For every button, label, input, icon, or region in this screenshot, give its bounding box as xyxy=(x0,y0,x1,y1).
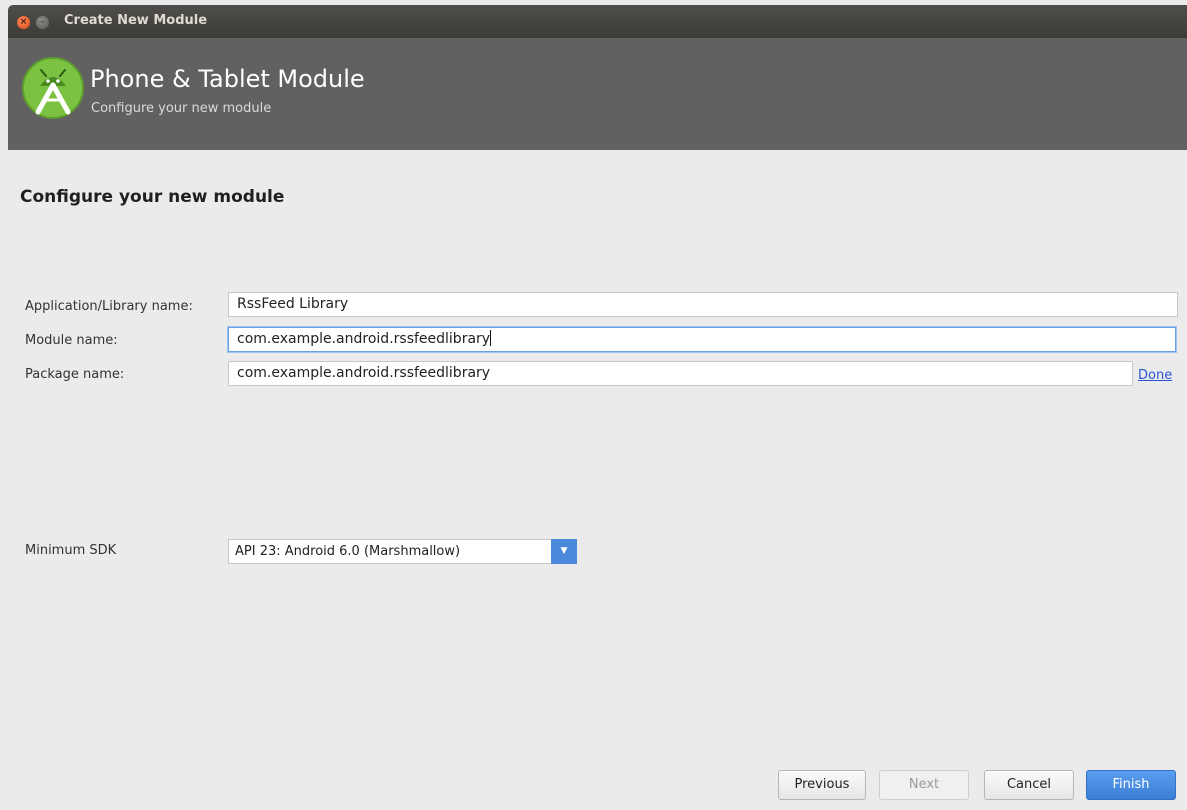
wizard-title: Phone & Tablet Module xyxy=(90,65,365,93)
close-window-icon[interactable]: × xyxy=(17,16,30,29)
module-name-label: Module name: xyxy=(25,333,118,348)
app-name-value: RssFeed Library xyxy=(237,296,349,312)
package-name-value: com.example.android.rssfeedlibrary xyxy=(237,365,491,381)
previous-button[interactable]: Previous xyxy=(778,770,866,800)
window-titlebar: × – Create New Module xyxy=(8,5,1187,38)
wizard-header: Phone & Tablet Module Configure your new… xyxy=(8,38,1187,150)
window-title: Create New Module xyxy=(64,13,208,28)
app-name-label: Application/Library name: xyxy=(25,299,193,314)
wizard-subtitle: Configure your new module xyxy=(91,101,272,116)
done-link[interactable]: Done xyxy=(1138,368,1172,383)
finish-button[interactable]: Finish xyxy=(1086,770,1176,800)
text-cursor xyxy=(490,330,492,346)
package-name-field[interactable]: com.example.android.rssfeedlibrary xyxy=(228,361,1133,386)
min-sdk-value: API 23: Android 6.0 (Marshmallow) xyxy=(235,544,461,559)
module-name-field[interactable]: com.example.android.rssfeedlibrary xyxy=(228,327,1176,352)
module-name-value: com.example.android.rssfeedlibrary xyxy=(237,331,491,347)
package-name-label: Package name: xyxy=(25,367,125,382)
min-sdk-dropdown[interactable]: API 23: Android 6.0 (Marshmallow) ▼ xyxy=(228,539,577,564)
app-name-field[interactable]: RssFeed Library xyxy=(228,292,1178,317)
chevron-down-icon[interactable]: ▼ xyxy=(551,539,577,564)
cancel-button[interactable]: Cancel xyxy=(984,770,1074,800)
min-sdk-label: Minimum SDK xyxy=(25,543,117,558)
android-studio-logo-icon xyxy=(22,57,84,119)
minimize-window-icon[interactable]: – xyxy=(36,16,49,29)
next-button[interactable]: Next xyxy=(879,770,969,800)
page-title: Configure your new module xyxy=(20,187,285,207)
